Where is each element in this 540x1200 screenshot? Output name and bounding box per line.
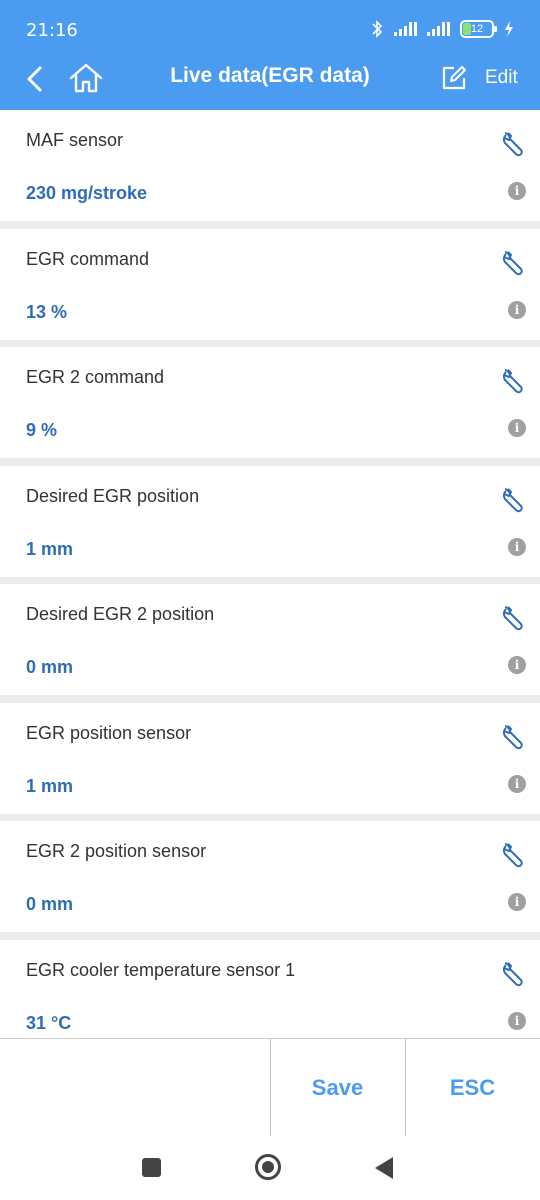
item-value: 0 mm	[26, 657, 74, 677]
list-item[interactable]: EGR command 13 % i	[0, 228, 540, 340]
item-value: 0 mm	[26, 894, 74, 914]
battery-level: 12	[470, 23, 484, 35]
item-label: EGR cooler temperature sensor 1	[26, 959, 296, 980]
status-icons: 12	[370, 20, 514, 38]
item-label: EGR 2 position sensor	[26, 841, 207, 861]
app-header: 21:16 12 Live data(EGR data) Edit	[0, 0, 540, 110]
list-item[interactable]: EGR 2 command 9 % i	[0, 347, 540, 458]
wrench-icon[interactable]	[500, 486, 528, 514]
live-data-list[interactable]: MAF sensor 230 mg/stroke i EGR command 1…	[0, 110, 540, 1038]
recent-apps-icon[interactable]	[142, 1158, 161, 1177]
charging-icon	[505, 21, 513, 37]
system-nav-bar	[0, 1136, 540, 1200]
list-item[interactable]: Desired EGR position 1 mm i	[0, 465, 540, 577]
home-nav-icon[interactable]	[255, 1154, 281, 1180]
battery-icon: 12	[460, 20, 497, 38]
wrench-icon[interactable]	[500, 841, 528, 869]
esc-button[interactable]: ESC	[405, 1039, 539, 1137]
info-icon[interactable]: i	[508, 893, 526, 911]
wrench-icon[interactable]	[500, 249, 528, 277]
item-label: EGR command	[26, 248, 150, 269]
wrench-icon[interactable]	[500, 367, 528, 395]
item-label: MAF sensor	[26, 130, 124, 150]
back-nav-icon[interactable]	[375, 1157, 393, 1179]
edit-button[interactable]: Edit	[485, 67, 518, 89]
item-value: 9 %	[26, 420, 58, 440]
info-icon[interactable]: i	[508, 300, 526, 319]
list-item[interactable]: MAF sensor 230 mg/stroke i	[0, 110, 540, 221]
info-icon[interactable]: i	[508, 419, 526, 437]
list-item[interactable]: Desired EGR 2 position 0 mm i	[0, 584, 540, 695]
item-value: 13 %	[26, 301, 68, 322]
signal-icon-2	[427, 22, 450, 36]
item-label: EGR position sensor	[26, 722, 192, 743]
status-time: 21:16	[26, 20, 78, 41]
wrench-icon[interactable]	[500, 960, 528, 988]
info-icon[interactable]: i	[508, 1011, 526, 1030]
item-label: Desired EGR 2 position	[26, 604, 215, 624]
item-label: EGR 2 command	[26, 367, 165, 387]
edit-icon[interactable]	[440, 64, 468, 92]
signal-icon	[394, 22, 417, 36]
item-value: 230 mg/stroke	[26, 183, 148, 203]
list-item[interactable]: EGR 2 position sensor 0 mm i	[0, 821, 540, 932]
bluetooth-icon	[372, 20, 383, 38]
item-label: Desired EGR position	[26, 485, 200, 506]
list-item[interactable]: EGR position sensor 1 mm i	[0, 702, 540, 814]
wrench-icon[interactable]	[500, 604, 528, 632]
info-icon[interactable]: i	[508, 182, 526, 200]
list-item[interactable]: EGR cooler temperature sensor 1 31 °C i	[0, 939, 540, 1038]
wrench-icon[interactable]	[500, 130, 528, 158]
save-button[interactable]: Save	[270, 1039, 404, 1137]
wrench-icon[interactable]	[500, 723, 528, 751]
item-value: 1 mm	[26, 538, 74, 559]
info-icon[interactable]: i	[508, 774, 526, 793]
info-icon[interactable]: i	[508, 656, 526, 674]
item-value: 31 °C	[26, 1012, 72, 1033]
item-value: 1 mm	[26, 775, 74, 796]
action-bar: Save ESC	[0, 1038, 540, 1137]
info-icon[interactable]: i	[508, 537, 526, 556]
